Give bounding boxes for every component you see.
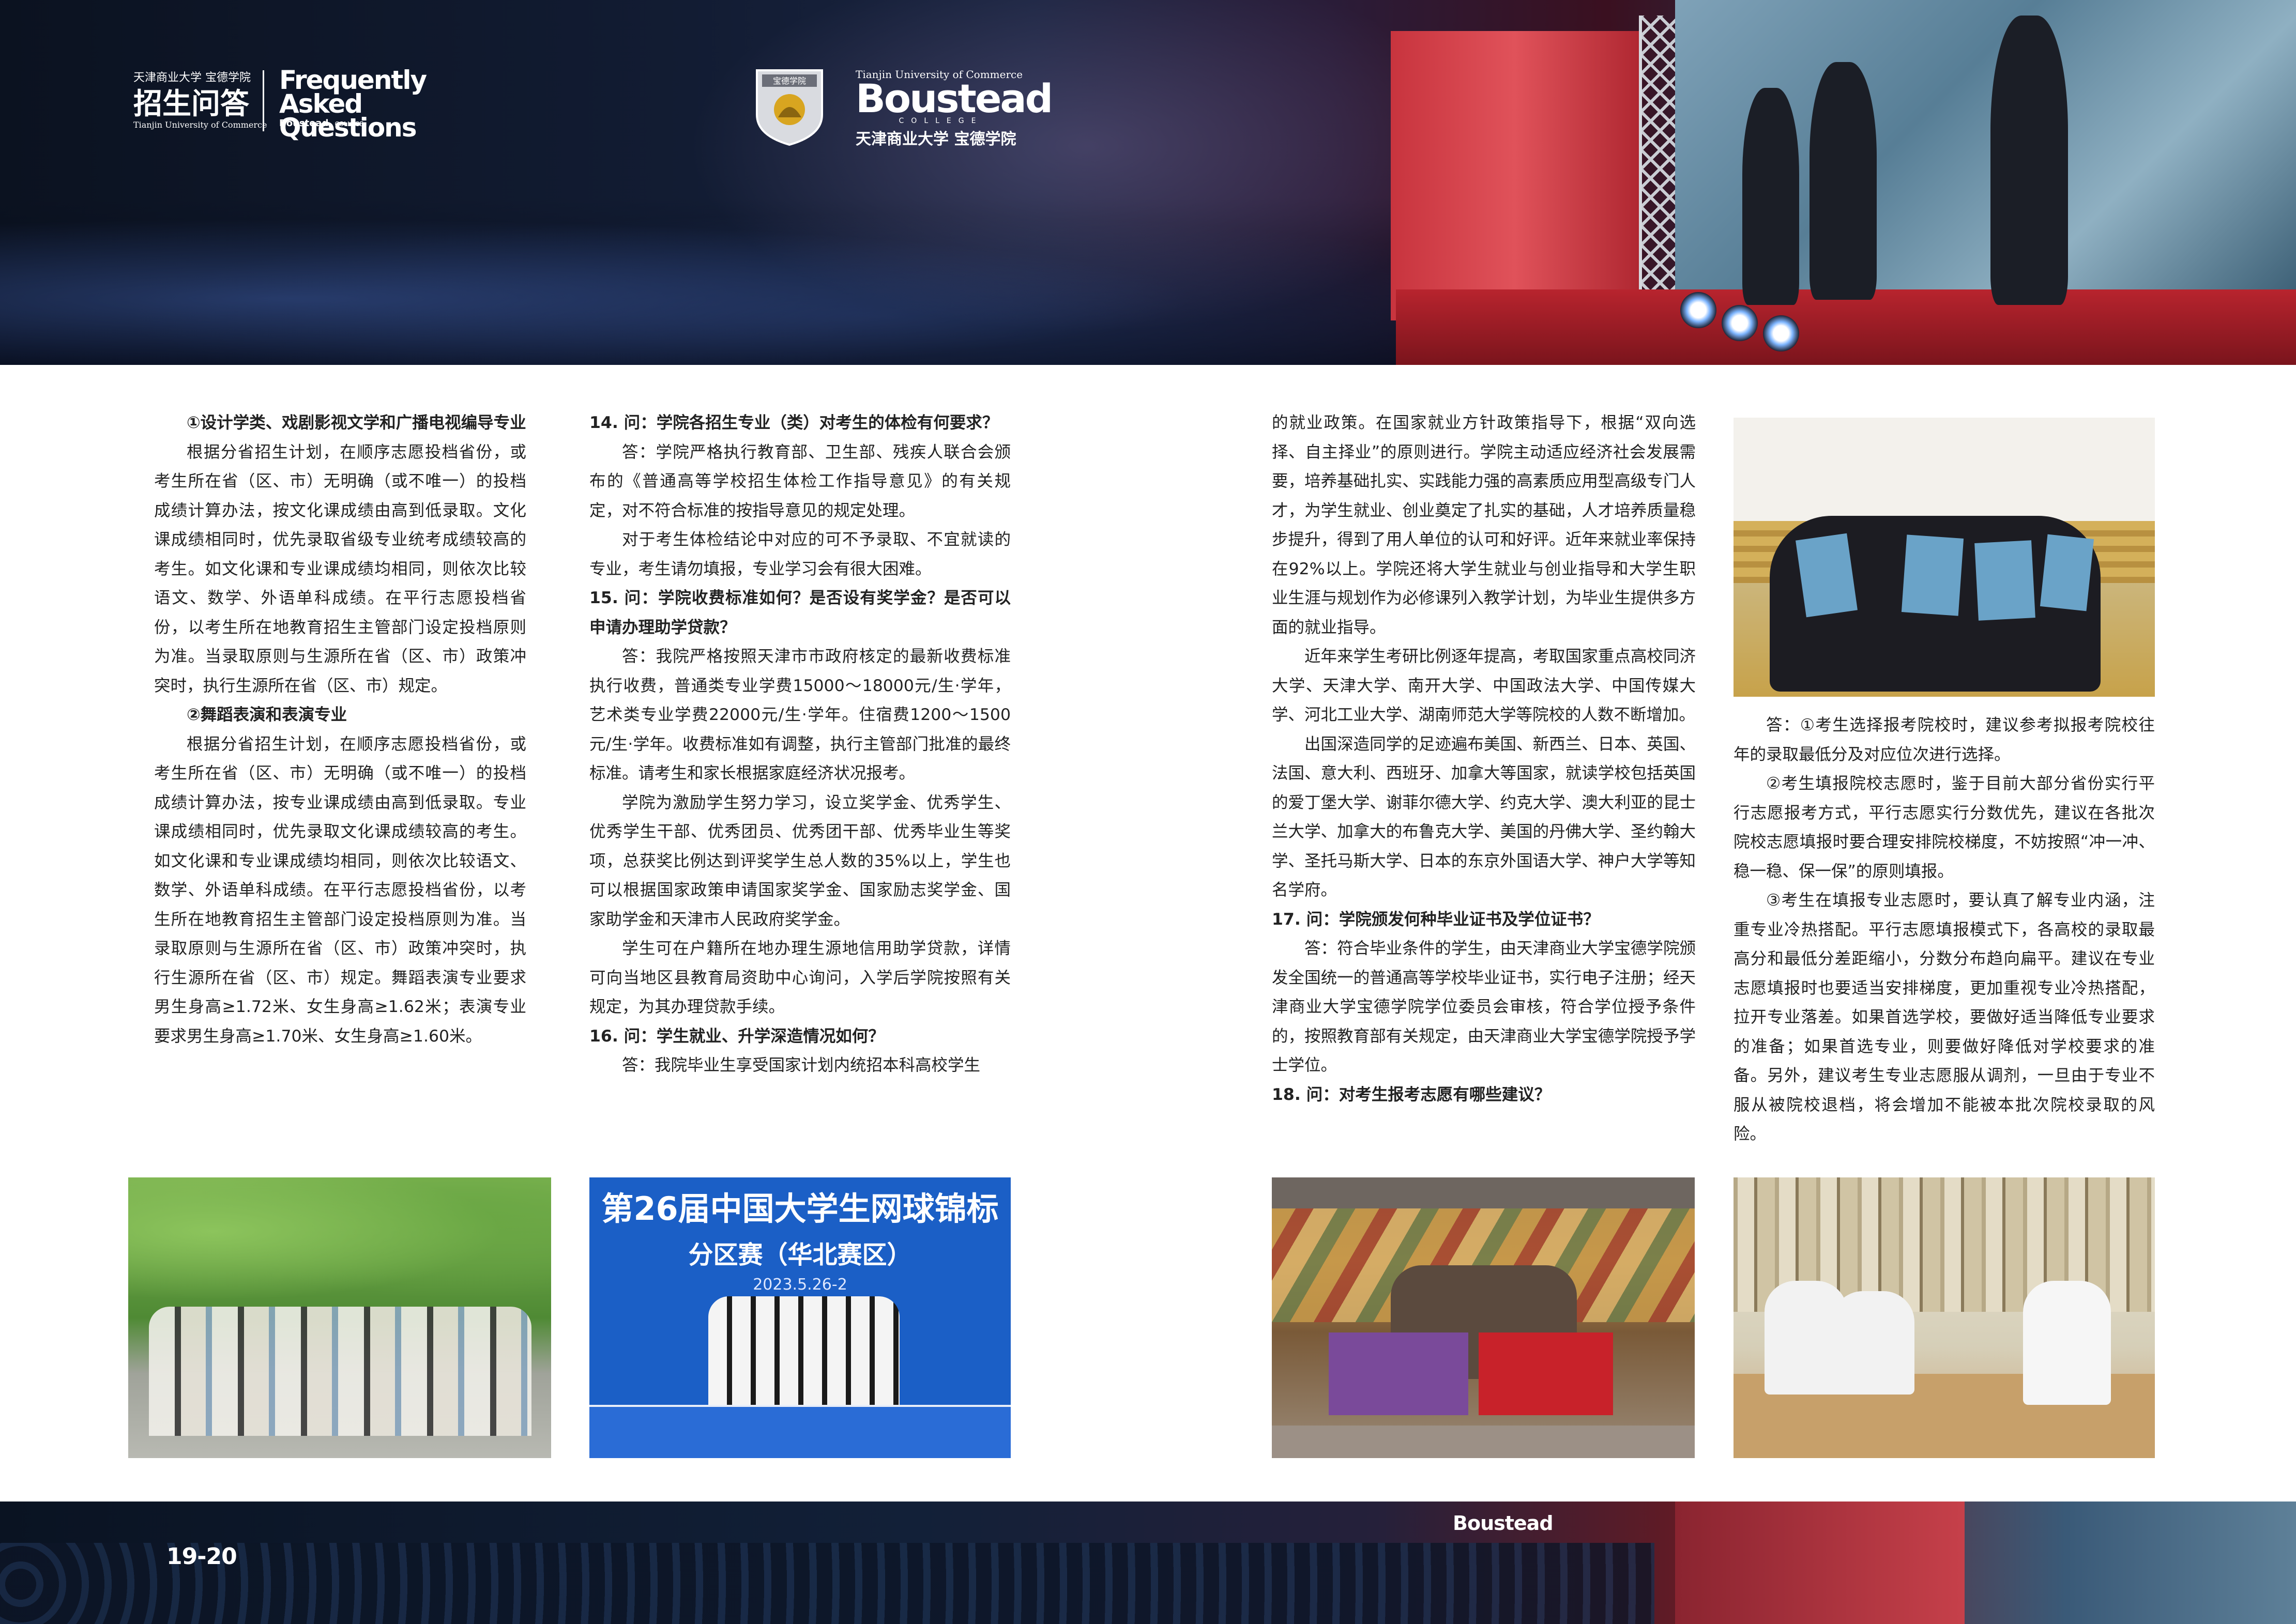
question-heading: 18. 问：对考生报考志愿有哪些建议？ (1272, 1085, 1551, 1104)
stage-haze (620, 0, 1396, 365)
text-column-4: 答：①考生选择报考院校时，建议参考拟报考院校往年的录取最低分及对应位次进行选择。… (1734, 711, 2155, 1149)
body-paragraph: 对于考生体检结论中对应的可不予录取、不宜就读的专业，考生请勿填报，专业学习会有很… (589, 530, 1011, 578)
shield-label: 宝德学院 (773, 76, 806, 86)
spotlight-icon (1722, 305, 1758, 341)
body-paragraph: 学生可在户籍所在地办理生源地信用助学贷款，详情可向当地区县教育局资助中心询问，入… (589, 939, 1011, 1016)
logo-brand: Boustead (856, 75, 1053, 121)
faq-brand-text: Boustead (279, 118, 329, 129)
subsection-heading: ①设计学类、戏剧影视文学和广播电视编导专业 (187, 413, 526, 432)
header-divider (263, 70, 264, 131)
body-paragraph: 答：学院严格执行教育部、卫生部、残疾人联合会颁布的《普通高等学校招生体检工作指导… (589, 442, 1011, 520)
bottom-stage-logo: Boustead (1453, 1512, 1554, 1535)
header-faq-title: Frequently Asked Questions (279, 65, 427, 143)
body-paragraph: ③考生在填报专业志愿时，要认真了解专业内涵，注重专业冷热搭配。平行志愿填报模式下… (1734, 891, 2155, 1143)
tennis-banner-title: 第26届中国大学生网球锦标 (601, 1190, 999, 1228)
question-heading: 16. 问：学生就业、升学深造情况如何？ (589, 1027, 885, 1046)
top-banner: 天津商业大学 宝德学院 招生问答 Tianjin University of C… (0, 0, 2296, 365)
header-title-cn: 招生问答 (133, 87, 249, 121)
tennis-banner-subtitle: 分区赛（华北赛区） (688, 1240, 912, 1269)
tennis-banner-date: 2023.5.26-2 (753, 1276, 847, 1294)
photo-students-outdoors (128, 1177, 551, 1458)
body-paragraph: 的就业政策。在国家就业方针政策指导下，根据“双向选择、自主择业”的原则进行。学院… (1272, 413, 1696, 637)
page-number: 19-20 (166, 1543, 237, 1570)
stage-floor (1396, 289, 2296, 365)
text-column-1: ①设计学类、戏剧影视文学和广播电视编导专业根据分省招生计划，在顺序志愿投档省份，… (154, 408, 526, 1051)
header-univ-en: Tianjin University of Commerce (133, 120, 267, 130)
body-paragraph: 近年来学生考研比例逐年提高，考取国家重点高校同济大学、天津大学、南开大学、中国政… (1272, 647, 1696, 724)
stage-backdrop (1391, 31, 1639, 320)
body-paragraph: 答：我院严格按照天津市市政府核定的最新收费标准执行收费，普通类专业学费15000… (589, 647, 1011, 783)
body-paragraph: 答：①考生选择报考院校时，建议参考拟报考院校往年的录取最低分及对应位次进行选择。 (1734, 716, 2155, 764)
photo-graduates (1734, 418, 2155, 697)
text-column-3: 的就业政策。在国家就业方针政策指导下，根据“双向选择、自主择业”的原则进行。学院… (1272, 408, 1696, 1109)
subsection-heading: ②舞蹈表演和表演专业 (187, 706, 347, 724)
header-faq-brand: Boustead COLLEGE (279, 118, 363, 129)
photo-tennis-team: 第26届中国大学生网球锦标 分区赛（华北赛区） 2023.5.26-2 (589, 1177, 1011, 1458)
body-paragraph: 根据分省招生计划，在顺序志愿投档省份，或考生所在省（区、市）无明确（或不唯一）的… (154, 442, 526, 695)
photo-library-students (1734, 1177, 2155, 1458)
question-heading: 14. 问：学院各招生专业（类）对考生的体检有何要求？ (589, 413, 999, 432)
question-heading: 15. 问：学院收费标准如何？是否设有奖学金？是否可以申请办理助学贷款？ (589, 589, 1011, 637)
body-paragraph: 出国深造同学的足迹遍布美国、新西兰、日本、英国、法国、意大利、西班牙、加拿大等国… (1272, 734, 1696, 900)
photo-museum-group (1272, 1177, 1695, 1458)
spotlight-icon (1680, 292, 1716, 328)
header-brand-right: Tianjin University of Commerce Boustead … (856, 68, 1053, 149)
bottom-banner: Boustead (0, 1502, 2296, 1624)
bottom-stage (1675, 1502, 1965, 1624)
performer-violinist (1990, 16, 2068, 305)
faq-college-text: COLLEGE (334, 120, 364, 128)
body-paragraph: 答：符合毕业条件的学生，由天津商业大学宝德学院颁发全国统一的普通高等学校毕业证书… (1272, 939, 1696, 1075)
body-paragraph: 学院为激励学生努力学习，设立奖学金、优秀学生、优秀学生干部、优秀团员、优秀团干部… (589, 793, 1011, 929)
body-paragraph: 根据分省招生计划，在顺序志愿投档省份，或考生所在省（区、市）无明确（或不唯一）的… (154, 734, 526, 1046)
body-paragraph: 答：我院毕业生享受国家计划内统招本科高校学生 (622, 1056, 981, 1075)
body-paragraph: ②考生填报院校志愿时，鉴于目前大部分省份实行平行志愿报考方式，平行志愿实行分数优… (1734, 774, 2155, 881)
question-heading: 17. 问：学院颁发何种毕业证书及学位证书？ (1272, 910, 1600, 929)
logo-cn: 天津商业大学 宝德学院 (856, 130, 1016, 148)
performer-singer-1 (1742, 88, 1799, 305)
text-column-2: 14. 问：学院各招生专业（类）对考生的体检有何要求？ 答：学院严格执行教育部、卫… (589, 408, 1011, 1080)
performer-singer-2 (1810, 62, 1877, 300)
bottom-crowd (0, 1543, 1654, 1624)
college-shield-icon: 宝德学院 (756, 69, 823, 146)
spotlight-icon (1763, 315, 1799, 351)
